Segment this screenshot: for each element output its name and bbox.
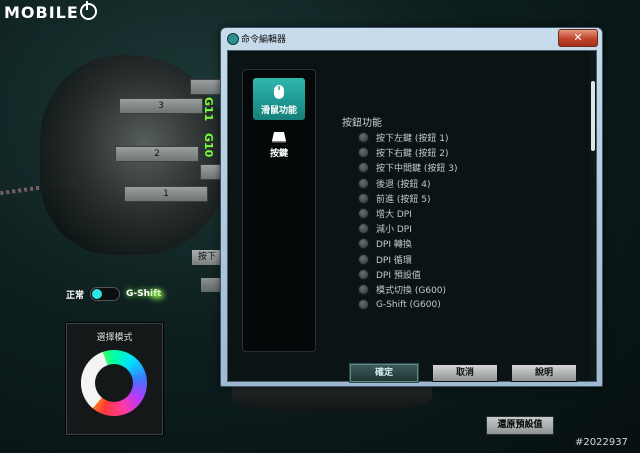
radio-button[interactable]	[358, 283, 369, 295]
mouse-icon	[274, 85, 284, 99]
mode-select-panel: 選擇模式	[66, 323, 163, 435]
function-label: 按下中間鍵 (按鈕 3)	[376, 164, 458, 175]
list-item[interactable]: G-Shift (G600)	[358, 297, 457, 312]
radio-button[interactable]	[358, 162, 369, 174]
list-item[interactable]: 按下右鍵 (按鈕 2)	[358, 145, 457, 160]
gshift-glow	[150, 291, 164, 299]
function-label: 按下左鍵 (按鈕 1)	[376, 134, 449, 145]
logo-text: MOBILE	[4, 3, 79, 22]
function-label: 按下右鍵 (按鈕 2)	[376, 149, 449, 160]
list-item[interactable]: DPI 循環	[358, 252, 457, 267]
list-item[interactable]: 模式切換 (G600)	[358, 282, 457, 297]
function-label: 減小 DPI	[376, 225, 412, 236]
radio-button[interactable]	[358, 192, 369, 204]
mobile01-logo: MOBILE	[4, 1, 97, 22]
color-wheel[interactable]	[81, 350, 147, 416]
radio-button[interactable]	[358, 147, 369, 159]
function-label: DPI 循環	[376, 255, 412, 266]
button-assignment-small[interactable]	[201, 278, 221, 292]
sidebar-item-keystroke[interactable]: 按鍵	[253, 125, 305, 167]
cancel-button[interactable]: 取消	[432, 364, 498, 382]
sidebar-item-label: 滑鼠功能	[260, 106, 297, 116]
ok-button[interactable]: 確定	[350, 364, 418, 382]
list-item[interactable]: 減小 DPI	[358, 221, 457, 236]
radio-button[interactable]	[358, 208, 369, 220]
press-button-label[interactable]: 按下	[192, 250, 222, 265]
command-sidebar: 滑鼠功能 按鍵	[242, 69, 316, 352]
list-item[interactable]: 按下左鍵 (按鈕 1)	[358, 130, 457, 145]
list-item[interactable]: 按下中間鍵 (按鈕 3)	[358, 160, 457, 175]
radio-button[interactable]	[358, 223, 369, 235]
button-2-assignment[interactable]: 2	[115, 146, 199, 162]
button-functions-title: 按鈕功能	[342, 118, 382, 129]
radio-button[interactable]	[358, 299, 369, 311]
close-button[interactable]: ✕	[558, 29, 598, 47]
function-label: 模式切換 (G600)	[376, 285, 447, 296]
command-editor-dialog: 命令編輯器 ✕ 滑鼠功能 按鍵 按鈕功能 按下左鍵 (按鈕 1) 按下右鍵 (按…	[220, 27, 603, 387]
restore-defaults-button[interactable]: 還原預設值	[486, 416, 554, 435]
radio-button[interactable]	[358, 268, 369, 280]
key-icon	[272, 132, 286, 143]
sidebar-item-label: 按鍵	[269, 149, 288, 159]
help-button[interactable]: 說明	[511, 364, 577, 382]
radio-button[interactable]	[358, 132, 369, 144]
toggle-knob	[92, 289, 103, 299]
gshift-toggle[interactable]	[90, 287, 121, 301]
gshift-toggle-row: 正常 G-Shift	[66, 287, 161, 301]
watermark: #2022937	[575, 437, 628, 448]
dialog-content: 滑鼠功能 按鍵 按鈕功能 按下左鍵 (按鈕 1) 按下右鍵 (按鈕 2) 按下中…	[227, 50, 597, 382]
normal-label: 正常	[66, 290, 85, 301]
radio-button[interactable]	[358, 177, 369, 189]
function-label: G-Shift (G600)	[376, 299, 441, 310]
scrollbar-thumb[interactable]	[591, 81, 595, 151]
button-3-assignment[interactable]: 3	[119, 98, 203, 114]
function-radio-list: 按下左鍵 (按鈕 1) 按下右鍵 (按鈕 2) 按下中間鍵 (按鈕 3) 後退 …	[358, 130, 457, 312]
dialog-title: 命令編輯器	[241, 35, 287, 45]
logo-mark-icon	[79, 1, 97, 20]
sidebar-item-mouse-functions[interactable]: 滑鼠功能	[253, 78, 305, 120]
scrollbar[interactable]	[590, 51, 596, 381]
function-label: 增大 DPI	[376, 210, 412, 221]
function-label: 後退 (按鈕 4)	[376, 179, 431, 190]
logitech-icon	[227, 33, 239, 45]
list-item[interactable]: DPI 轉換	[358, 236, 457, 251]
button-assignment-side[interactable]	[200, 164, 222, 180]
list-item[interactable]: 後退 (按鈕 4)	[358, 176, 457, 191]
radio-button[interactable]	[358, 238, 369, 250]
list-item[interactable]: 前進 (按鈕 5)	[358, 191, 457, 206]
function-label: DPI 預設值	[376, 270, 421, 281]
list-item[interactable]: DPI 預設值	[358, 267, 457, 282]
list-item[interactable]: 增大 DPI	[358, 206, 457, 221]
button-assignment-top[interactable]	[190, 79, 222, 95]
function-label: 前進 (按鈕 5)	[376, 194, 431, 205]
radio-button[interactable]	[358, 253, 369, 265]
g10-label: G10	[202, 133, 215, 158]
dialog-titlebar[interactable]: 命令編輯器 ✕	[221, 28, 602, 48]
color-wheel-center	[95, 364, 133, 402]
function-label: DPI 轉換	[376, 240, 412, 251]
button-1-assignment[interactable]: 1	[124, 186, 208, 202]
mode-select-title: 選擇模式	[96, 333, 133, 343]
